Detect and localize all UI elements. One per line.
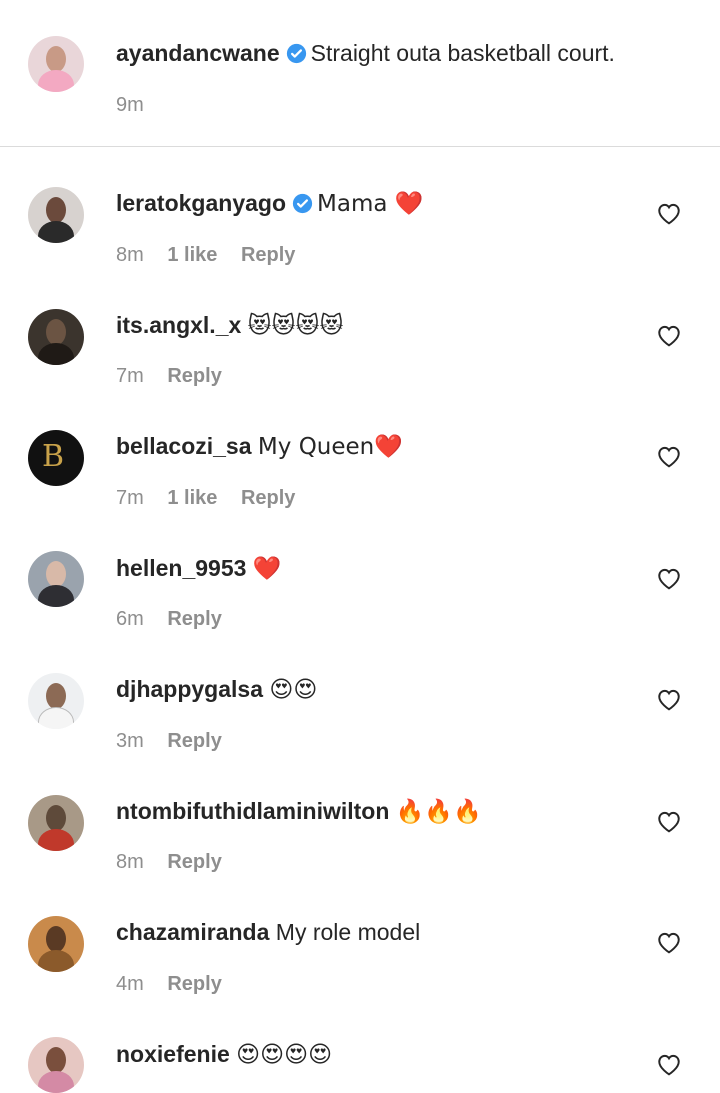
heart-outline-icon[interactable] — [656, 566, 682, 590]
comment-avatar[interactable] — [28, 1037, 84, 1093]
reply-button[interactable]: Reply — [167, 608, 221, 630]
caption-avatar[interactable] — [28, 36, 84, 92]
comment-likes[interactable]: 1 like — [167, 244, 217, 266]
caption-text-line: ayandancwane Straight outa basketball cou… — [116, 38, 640, 68]
comment-username[interactable]: djhappygalsa — [116, 676, 263, 702]
heart-outline-icon[interactable] — [656, 444, 682, 468]
comment-meta: 3m Reply — [116, 728, 240, 754]
comment-username[interactable]: leratokganyago — [116, 190, 286, 216]
comment-username[interactable]: ntombifuthidlaminiwilton — [116, 798, 389, 824]
comment-avatar[interactable] — [28, 673, 84, 729]
reply-button[interactable]: Reply — [241, 244, 295, 266]
comment-text: 😻😻😻😻 — [247, 313, 344, 339]
heart-outline-icon[interactable] — [656, 201, 682, 225]
comment-time: 7m — [116, 365, 144, 387]
comment-meta: 8m Reply — [116, 849, 240, 875]
comment-text-line: bellacozi_sa My Queen❤️ — [116, 431, 640, 462]
reply-button[interactable]: Reply — [167, 365, 221, 387]
comment-meta: 8m 1 like Reply — [116, 242, 313, 268]
comment-text-line: hellen_9953 ❤️ — [116, 553, 640, 584]
comment-text: My Queen❤️ — [257, 434, 403, 460]
comment-avatar[interactable] — [28, 551, 84, 607]
comment-time: 7m — [116, 487, 144, 509]
reply-button[interactable]: Reply — [167, 973, 221, 995]
comment-time: 4m — [116, 973, 144, 995]
comment-text-line: djhappygalsa 😍😍 — [116, 674, 640, 705]
reply-button[interactable]: Reply — [167, 730, 221, 752]
comment-avatar[interactable] — [28, 795, 84, 851]
comment-username[interactable]: chazamiranda — [116, 919, 269, 945]
comment-meta: 6m Reply — [116, 606, 240, 632]
comment-avatar[interactable] — [28, 187, 84, 243]
bellacozi-logo: B — [42, 439, 65, 474]
comment-text-line: chazamiranda My role model — [116, 917, 640, 947]
comment-text-line: its.angxl._x 😻😻😻😻 — [116, 310, 640, 341]
comment-time: 8m — [116, 244, 144, 266]
comment-text-line: noxiefenie 😍😍😍😍 — [116, 1039, 640, 1070]
reply-button[interactable]: Reply — [167, 851, 221, 873]
caption-meta: 9m — [116, 92, 162, 118]
comment-username[interactable]: noxiefenie — [116, 1041, 230, 1067]
heart-outline-icon[interactable] — [656, 809, 682, 833]
heart-outline-icon[interactable] — [656, 323, 682, 347]
comment-avatar[interactable] — [28, 309, 84, 365]
comment-time: 8m — [116, 851, 144, 873]
comment-username[interactable]: its.angxl._x — [116, 312, 241, 338]
comment-meta: 4m Reply — [116, 971, 240, 997]
comment-text: 🔥🔥🔥 — [395, 799, 482, 825]
comment-text-line: leratokganyago Mama ❤️ — [116, 188, 640, 219]
comment-avatar[interactable]: B — [28, 430, 84, 486]
verified-badge-icon — [286, 43, 306, 64]
reply-button[interactable]: Reply — [241, 487, 295, 509]
comment-text: 😍😍😍😍 — [236, 1042, 333, 1068]
caption-username[interactable]: ayandancwane — [116, 40, 280, 66]
comment-likes[interactable]: 1 like — [167, 487, 217, 509]
comment-text: 😍😍 — [269, 677, 318, 703]
comment-text: ❤️ — [252, 556, 282, 582]
comment-avatar[interactable] — [28, 916, 84, 972]
post-caption: ayandancwane Straight outa basketball cou… — [0, 0, 720, 147]
comment-meta: 7m 1 like Reply — [116, 485, 313, 511]
caption-text: Straight outa basketball court. — [310, 40, 615, 66]
heart-outline-icon[interactable] — [656, 687, 682, 711]
comment-time: 3m — [116, 730, 144, 752]
verified-badge-icon — [292, 193, 313, 214]
comment-text-line: ntombifuthidlaminiwilton 🔥🔥🔥 — [116, 796, 640, 827]
heart-outline-icon[interactable] — [656, 1052, 682, 1076]
comment-meta: 7m Reply — [116, 363, 240, 389]
caption-time: 9m — [116, 94, 144, 116]
comment-text: Mama ❤️ — [317, 191, 424, 217]
comment-username[interactable]: bellacozi_sa — [116, 433, 252, 459]
comment-text: My role model — [275, 919, 421, 945]
heart-outline-icon[interactable] — [656, 930, 682, 954]
comment-time: 6m — [116, 608, 144, 630]
comment-username[interactable]: hellen_9953 — [116, 555, 246, 581]
